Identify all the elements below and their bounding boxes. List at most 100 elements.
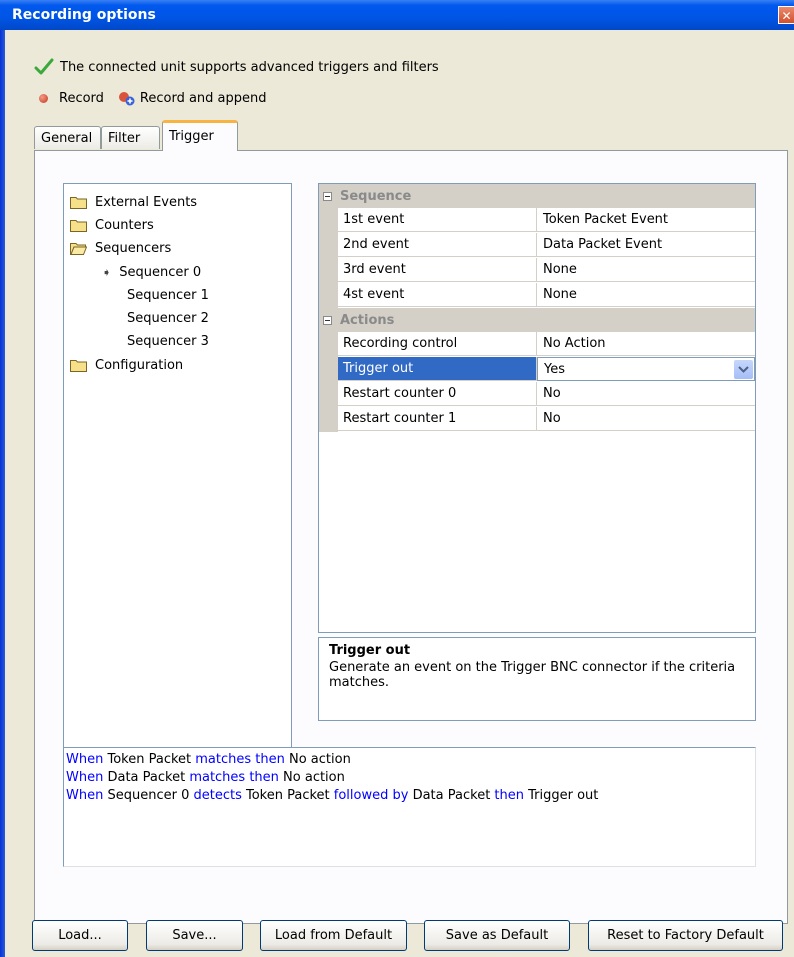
keyword: matches then xyxy=(195,752,285,767)
property-value[interactable]: No Action xyxy=(537,332,755,356)
property-row[interactable]: Restart counter 1 No xyxy=(319,407,755,432)
property-row[interactable]: 3rd event None xyxy=(319,258,755,283)
property-grid: Sequence 1st event Token Packet Event 2n… xyxy=(318,183,756,633)
record-append-icon xyxy=(118,92,135,106)
category-sequence[interactable]: Sequence xyxy=(319,184,755,208)
property-name: 4st event xyxy=(338,283,537,307)
load-button[interactable]: Load... xyxy=(32,920,128,951)
property-row[interactable]: 1st event Token Packet Event xyxy=(319,208,755,233)
save-as-default-button[interactable]: Save as Default xyxy=(424,920,570,951)
tree-item-sequencers[interactable]: Sequencers xyxy=(70,238,171,258)
property-row[interactable]: Recording control No Action xyxy=(319,332,755,357)
summary-term: Trigger out xyxy=(524,788,599,803)
property-name: 2nd event xyxy=(338,233,537,257)
keyword: When xyxy=(66,770,104,785)
property-row[interactable]: Restart counter 0 No xyxy=(319,382,755,407)
trigger-panel: External Events Counters Sequencers ➧ Se… xyxy=(34,150,788,924)
checkmark-icon xyxy=(34,58,54,75)
property-value[interactable]: Data Packet Event xyxy=(537,233,755,257)
property-name: 3rd event xyxy=(338,258,537,282)
summary-term: Token Packet xyxy=(103,752,196,767)
keyword: detects xyxy=(193,788,242,803)
dropdown-button[interactable] xyxy=(734,360,753,379)
tree-item-label: External Events xyxy=(95,194,198,210)
dialog-content: The connected unit supports advanced tri… xyxy=(5,30,794,957)
category-label: Sequence xyxy=(340,188,412,204)
description-text: Generate an event on the Trigger BNC con… xyxy=(329,660,736,690)
tab-filter[interactable]: Filter xyxy=(101,126,160,149)
title-bar[interactable]: Recording options ✕ xyxy=(0,0,794,30)
folder-open-icon xyxy=(70,242,88,255)
summary-term: Data Packet xyxy=(103,770,190,785)
support-message: The connected unit supports advanced tri… xyxy=(34,56,439,78)
reset-to-factory-default-button[interactable]: Reset to Factory Default xyxy=(588,920,783,951)
keyword: When xyxy=(66,752,104,767)
save-button[interactable]: Save... xyxy=(146,920,243,951)
window-title: Recording options xyxy=(12,7,156,23)
summary-term: No action xyxy=(278,770,345,785)
property-value[interactable]: None xyxy=(537,258,755,282)
tree-item-configuration[interactable]: Configuration xyxy=(70,355,183,375)
folder-icon xyxy=(70,359,87,372)
property-value[interactable]: None xyxy=(537,283,755,307)
property-name: Trigger out xyxy=(338,357,537,381)
summary-term: Data Packet xyxy=(408,788,495,803)
summary-term: No action xyxy=(284,752,351,767)
property-description: Trigger out Generate an event on the Tri… xyxy=(318,637,756,721)
property-value-dropdown[interactable]: Yes xyxy=(537,357,755,381)
category-label: Actions xyxy=(340,312,395,328)
record-append-label: Record and append xyxy=(139,90,267,106)
tree-item-label: Sequencers xyxy=(95,240,172,256)
folder-icon xyxy=(70,196,87,209)
property-row-selected[interactable]: Trigger out Yes xyxy=(319,357,755,382)
tree-item-label: Sequencer 2 xyxy=(127,310,209,326)
summary-line: When Data Packet matches then No action xyxy=(66,769,753,787)
property-name: Restart counter 0 xyxy=(338,382,537,406)
tree-item-label: Configuration xyxy=(95,357,184,373)
summary-term: Sequencer 0 xyxy=(103,788,194,803)
record-toolbar: Record Record and append xyxy=(39,90,267,106)
collapse-icon[interactable] xyxy=(323,191,332,201)
summary-line: When Sequencer 0 detects Token Packet fo… xyxy=(66,787,753,805)
property-name: 1st event xyxy=(338,208,537,232)
tree-item-external-events[interactable]: External Events xyxy=(70,192,197,212)
property-value[interactable]: No xyxy=(537,382,755,406)
folder-icon xyxy=(70,219,87,232)
keyword: followed by xyxy=(333,788,409,803)
tab-trigger[interactable]: Trigger xyxy=(162,120,238,151)
property-value[interactable]: No xyxy=(537,407,755,431)
record-and-append-button[interactable]: Record and append xyxy=(118,90,267,106)
dropdown-value: Yes xyxy=(544,362,565,377)
keyword: then xyxy=(494,788,524,803)
tree-item-sequencer-1[interactable]: Sequencer 1 xyxy=(127,285,209,305)
tree-item-sequencer-3[interactable]: Sequencer 3 xyxy=(127,331,209,351)
tree-item-label: Counters xyxy=(95,217,154,233)
record-button[interactable]: Record xyxy=(59,91,104,106)
support-message-text: The connected unit supports advanced tri… xyxy=(60,59,439,75)
tree-item-sequencer-2[interactable]: Sequencer 2 xyxy=(127,308,209,328)
chevron-down-icon xyxy=(738,366,749,373)
summary-line: When Token Packet matches then No action xyxy=(66,751,753,769)
keyword: matches then xyxy=(189,770,279,785)
trigger-summary[interactable]: When Token Packet matches then No action… xyxy=(63,747,756,867)
collapse-icon[interactable] xyxy=(323,315,332,325)
property-value[interactable]: Token Packet Event xyxy=(537,208,755,232)
tree-item-label: Sequencer 3 xyxy=(127,333,209,349)
load-from-default-button[interactable]: Load from Default xyxy=(260,920,407,951)
property-row[interactable]: 2nd event Data Packet Event xyxy=(319,233,755,258)
category-actions[interactable]: Actions xyxy=(319,308,755,332)
property-name: Recording control xyxy=(338,332,537,356)
close-button[interactable]: ✕ xyxy=(778,6,794,24)
property-row[interactable]: 4st event None xyxy=(319,283,755,308)
property-name: Restart counter 1 xyxy=(338,407,537,431)
tree-item-sequencer-0[interactable]: ➧ Sequencer 0 xyxy=(102,262,201,282)
description-title: Trigger out xyxy=(329,643,411,658)
close-icon: ✕ xyxy=(781,9,792,23)
tree-item-label: Sequencer 1 xyxy=(127,287,209,303)
arrow-right-icon: ➧ xyxy=(102,265,112,279)
tab-general[interactable]: General xyxy=(34,126,101,149)
keyword: When xyxy=(66,788,104,803)
tree-item-counters[interactable]: Counters xyxy=(70,215,154,235)
tree-item-label: Sequencer 0 xyxy=(119,264,202,280)
summary-term: Token Packet xyxy=(241,788,334,803)
